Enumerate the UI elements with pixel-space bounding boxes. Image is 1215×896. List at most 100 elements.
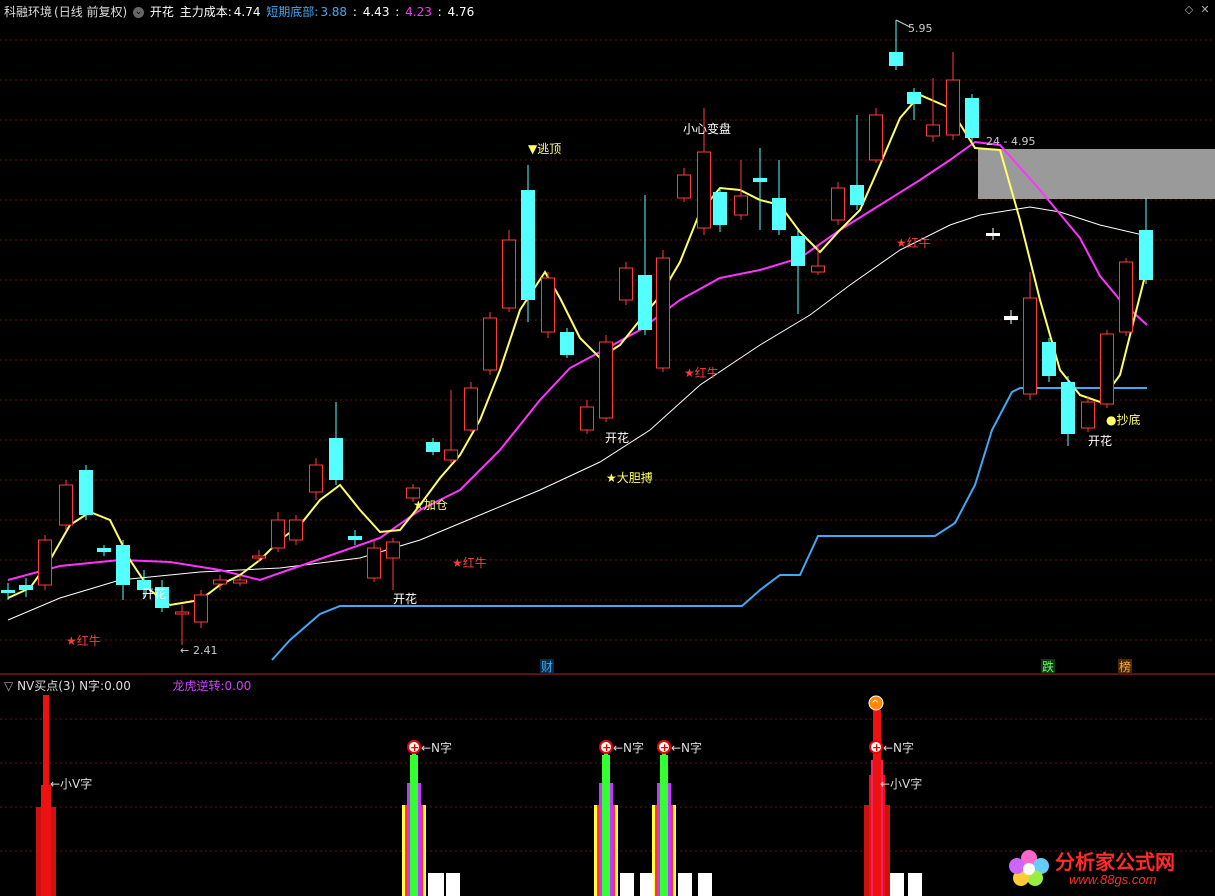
candle-body-up bbox=[175, 611, 189, 615]
candle-body-down bbox=[426, 442, 440, 452]
candle-body-up bbox=[1081, 401, 1095, 429]
candle-body-up bbox=[869, 114, 883, 161]
candle-body-up bbox=[271, 519, 285, 549]
candle-body-down bbox=[850, 185, 864, 205]
buy-bottom-label: ●抄底 bbox=[1106, 412, 1140, 427]
candle-body-down bbox=[19, 585, 33, 590]
red-bull-label: ★红牛 bbox=[452, 555, 487, 570]
sub-annotations: ←小V字 ←N字 ←N字 ←N字 ←N字 ←小V字 bbox=[50, 740, 922, 791]
candle-body-up bbox=[580, 406, 594, 431]
n-char-label: ←N字 bbox=[421, 740, 452, 755]
candle-body-down bbox=[965, 98, 979, 138]
candle-body-flat bbox=[1004, 316, 1018, 320]
candle-body-up bbox=[59, 484, 73, 526]
bloom-label: 开花 bbox=[393, 591, 417, 606]
candle-body-down bbox=[772, 198, 786, 230]
plus-glyph: + bbox=[410, 741, 419, 754]
n-char-label: ←N字 bbox=[613, 740, 644, 755]
signal-bar bbox=[662, 745, 666, 896]
high-price-label: 5.95 bbox=[908, 22, 933, 35]
candle-body-up bbox=[946, 79, 960, 136]
volume-block bbox=[640, 873, 654, 896]
candle-body-up bbox=[386, 541, 400, 559]
candle-body-down bbox=[348, 536, 362, 540]
range-label: 24 - 4.95 bbox=[986, 135, 1035, 148]
candle-body-down bbox=[560, 332, 574, 355]
red-bull-label: ★红牛 bbox=[684, 365, 719, 380]
candle-body-up bbox=[38, 539, 52, 586]
candle-body-down bbox=[638, 275, 652, 330]
candle-body-up bbox=[1100, 333, 1114, 405]
small-v-label: ←小V字 bbox=[50, 776, 92, 791]
volume-block bbox=[908, 873, 922, 896]
n-char-label: ←N字 bbox=[671, 740, 702, 755]
sub-bars: + + + ^ + bbox=[36, 695, 922, 896]
main-price-panel[interactable]: 科融环境 (日线 前复权) ⌄ 开花 主力成本: 4.74 短期底部: 3.88 : … bbox=[0, 0, 1215, 675]
candle-body-down bbox=[889, 52, 903, 66]
candle-body-down bbox=[521, 190, 535, 300]
candle-body-up bbox=[367, 547, 381, 579]
watermark-brand: 分析家公式网 bbox=[1055, 852, 1175, 874]
bloom-label: 开花 bbox=[142, 586, 166, 601]
low-price-label: 2.41 bbox=[193, 644, 218, 657]
candle-body-up bbox=[656, 257, 670, 369]
candle-body-up bbox=[309, 464, 323, 493]
candle-body-up bbox=[619, 267, 633, 301]
candle-body-up bbox=[483, 317, 497, 371]
red-bull-label: ★红牛 bbox=[896, 235, 931, 250]
candle-body-down bbox=[1139, 230, 1153, 280]
ma-short-line bbox=[7, 93, 1148, 607]
signal-bar bbox=[873, 710, 881, 896]
signal-bar bbox=[43, 695, 49, 896]
bold-bet-label: ★大胆搏 bbox=[606, 471, 653, 485]
candle-body-down bbox=[79, 470, 93, 515]
finance-marker: 财 bbox=[541, 660, 553, 674]
candle-body-up bbox=[444, 449, 458, 461]
candle-body-up bbox=[406, 487, 420, 499]
add-position-label: ★加仓 bbox=[413, 498, 448, 512]
red-bull-label: ★红牛 bbox=[66, 633, 101, 648]
up-arrow-glyph: ^ bbox=[871, 699, 879, 710]
candle-body-up bbox=[289, 519, 303, 541]
candle-body-down bbox=[1061, 382, 1075, 434]
price-chart: 5.95← 2.4124 - 4.95▼逃顶小心变盘★红牛★红牛★红牛★红牛开花开… bbox=[0, 19, 1215, 675]
plus-glyph: + bbox=[602, 741, 611, 754]
candle-body-down bbox=[116, 545, 130, 585]
candle-body-up bbox=[1119, 261, 1133, 333]
candle-body-up bbox=[831, 187, 845, 221]
candle-body-up bbox=[697, 151, 711, 229]
volume-block bbox=[428, 873, 444, 896]
drop-marker: 跌 bbox=[1042, 659, 1054, 674]
caution-label: 小心变盘 bbox=[683, 121, 731, 136]
candle-body-up bbox=[541, 277, 555, 333]
candle-body-up bbox=[233, 579, 247, 584]
candle-body-up bbox=[811, 265, 825, 273]
volume-block bbox=[446, 873, 460, 896]
escape-top-label: ▼逃顶 bbox=[528, 142, 561, 156]
candle-body-down bbox=[713, 192, 727, 225]
candle-body-flat bbox=[986, 233, 1000, 236]
candle-body-up bbox=[502, 239, 516, 309]
candle-body-down bbox=[329, 438, 343, 480]
resistance-box bbox=[978, 149, 1215, 199]
volume-block bbox=[620, 873, 634, 896]
candle-body-up bbox=[194, 594, 208, 623]
volume-block bbox=[678, 873, 692, 896]
bloom-label: 开花 bbox=[1088, 433, 1112, 448]
signal-bar bbox=[604, 745, 608, 896]
volume-block bbox=[890, 873, 904, 896]
candle-body-down bbox=[791, 236, 805, 266]
candle-body-down bbox=[97, 548, 111, 552]
candle-body-up bbox=[252, 555, 266, 559]
candle-body-down bbox=[753, 178, 767, 182]
candle-body-down bbox=[1042, 342, 1056, 376]
watermark-url: www.88gs.com bbox=[1069, 872, 1157, 887]
candle-body-up bbox=[734, 195, 748, 216]
candle-body-down bbox=[907, 92, 921, 104]
low-arrow: ← bbox=[180, 644, 189, 657]
plus-glyph: + bbox=[872, 741, 881, 754]
support-line bbox=[271, 387, 1147, 661]
candle-body-up bbox=[213, 579, 227, 585]
candle-body-up bbox=[599, 341, 613, 419]
signal-bar bbox=[412, 745, 416, 896]
